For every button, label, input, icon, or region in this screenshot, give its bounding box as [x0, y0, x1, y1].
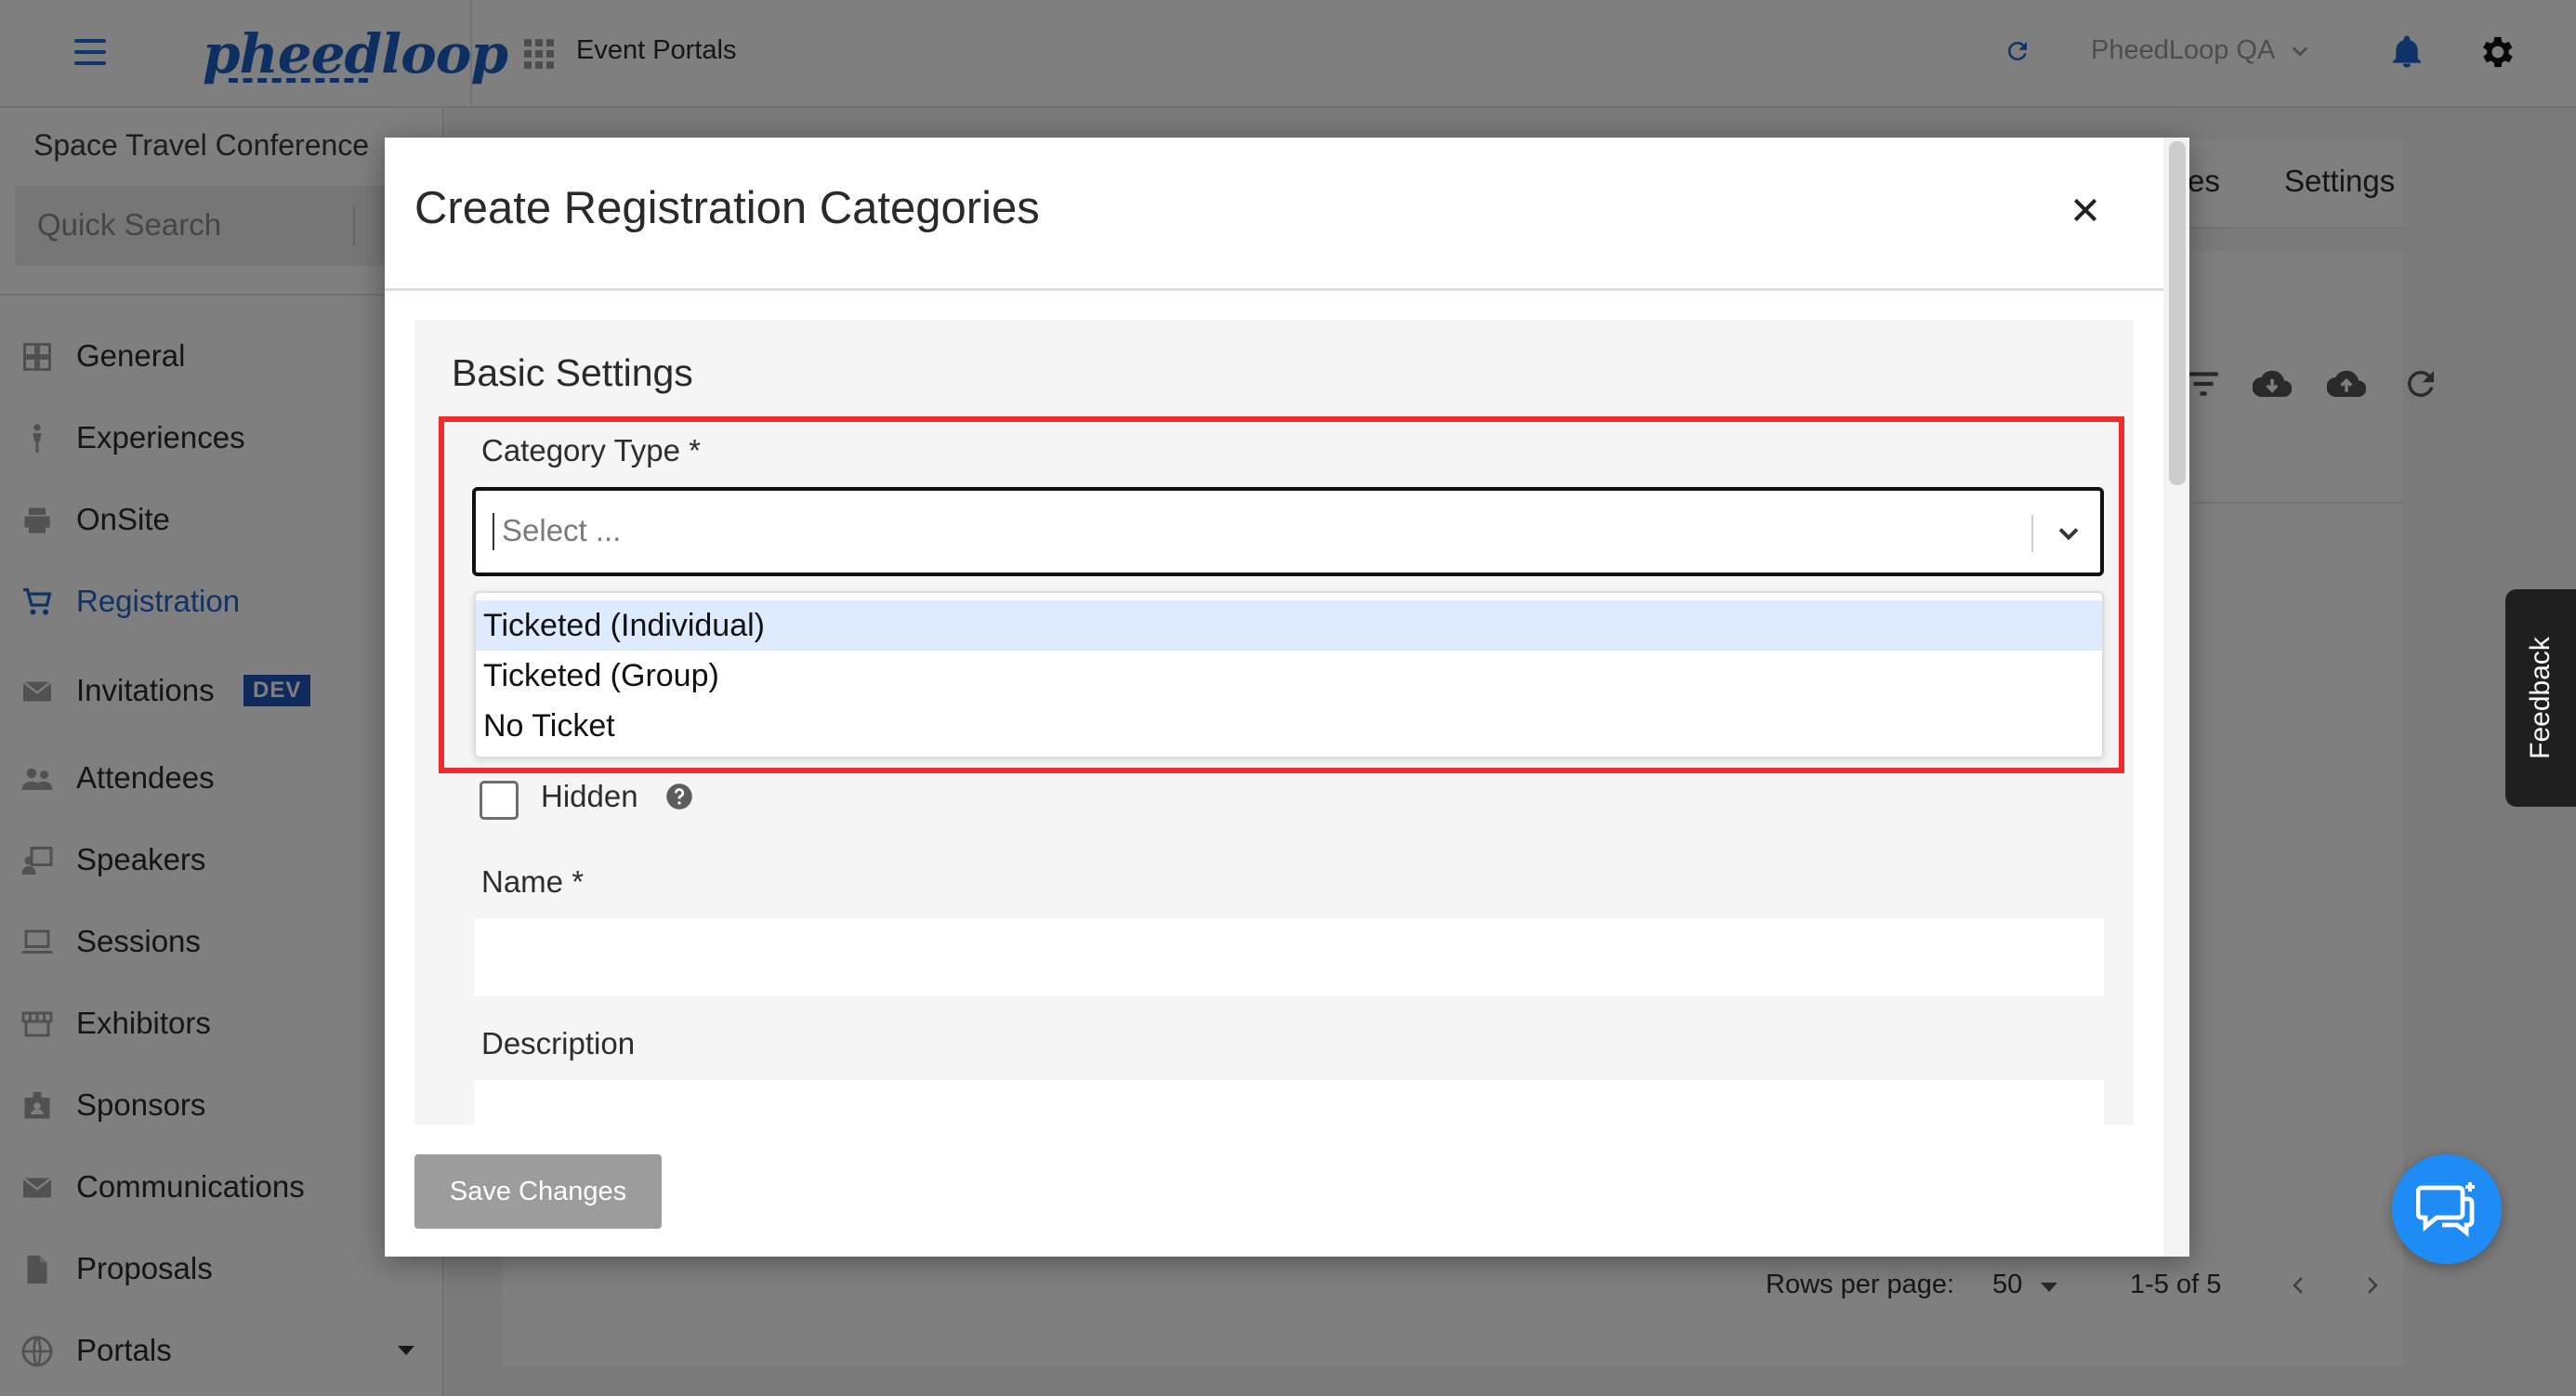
name-label: Name *	[481, 864, 585, 899]
name-input[interactable]	[474, 918, 2104, 996]
option-ticketed-individual[interactable]: Ticketed (Individual)	[476, 600, 2102, 651]
text-cursor	[493, 513, 494, 550]
category-type-dropdown: Ticketed (Individual) Ticketed (Group) N…	[474, 591, 2104, 758]
modal-title: Create Registration Categories	[414, 183, 1040, 233]
option-ticketed-group[interactable]: Ticketed (Group)	[476, 651, 2102, 701]
modal-scrollbar[interactable]	[2169, 141, 2186, 485]
modal-body: Basic Settings Category Type * Select ..…	[414, 320, 2134, 1125]
app-root: pheedloop Event Portals PheedLoop QA Spa…	[0, 0, 2576, 1396]
feedback-tab[interactable]: Feedback	[2505, 589, 2576, 807]
feedback-label: Feedback	[2525, 637, 2556, 759]
help-icon[interactable]	[665, 783, 693, 810]
hidden-label: Hidden	[541, 779, 638, 813]
save-changes-button[interactable]: Save Changes	[414, 1154, 662, 1229]
close-icon[interactable]	[2070, 195, 2100, 225]
section-title: Basic Settings	[452, 351, 693, 394]
category-type-select[interactable]: Select ...	[472, 487, 2104, 576]
hidden-checkbox[interactable]	[480, 781, 519, 820]
option-no-ticket[interactable]: No Ticket	[476, 701, 2102, 751]
chevron-down-icon[interactable]	[2052, 517, 2085, 550]
chat-button[interactable]	[2392, 1154, 2502, 1264]
description-input[interactable]	[474, 1080, 2104, 1125]
select-placeholder: Select ...	[502, 513, 622, 547]
divider	[2031, 515, 2033, 552]
divider	[385, 288, 2163, 291]
chat-icon	[2416, 1182, 2475, 1237]
category-type-label: Category Type *	[481, 433, 702, 468]
description-label: Description	[481, 1026, 636, 1060]
create-category-modal: Create Registration Categories Basic Set…	[385, 138, 2189, 1257]
